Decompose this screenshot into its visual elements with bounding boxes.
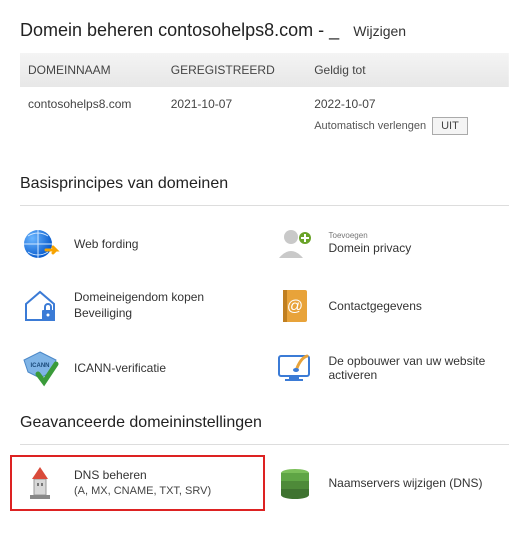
item-label: Domein privacy [329, 241, 412, 257]
item-label-line1: Domeineigendom kopen [74, 290, 204, 306]
col-domain-name: DOMEINNAAM [20, 53, 163, 87]
svg-text:ICANN: ICANN [31, 363, 50, 369]
item-label-line2: Beveiliging [74, 306, 204, 322]
icann-check-icon: ICANN [20, 348, 60, 388]
item-label: Naamservers wijzigen (DNS) [329, 476, 483, 490]
person-add-icon [275, 224, 315, 264]
server-stack-icon [275, 463, 315, 503]
basics-heading: Basisprincipes van domeinen [20, 175, 509, 193]
item-label: De opbouwer van uw website activeren [329, 354, 510, 382]
cell-valid-until: 2022-10-07 [314, 97, 501, 111]
divider [20, 205, 509, 206]
advanced-heading: Geavanceerde domeininstellingen [20, 414, 509, 432]
svg-text:@: @ [286, 298, 302, 315]
auto-renew-toggle[interactable]: UIT [432, 117, 468, 135]
advanced-grid: DNS beheren (A, MX, CNAME, TXT, SRV) Naa… [20, 463, 509, 503]
auto-renew-label: Automatisch verlengen [314, 120, 426, 132]
dns-label: DNS beheren [74, 468, 211, 484]
item-label: Contactgegevens [329, 299, 422, 313]
item-label: Web fording [74, 237, 138, 251]
item-domain-privacy[interactable]: Toevoegen Domein privacy [275, 224, 510, 264]
item-ownership-security[interactable]: Domeineigendom kopen Beveiliging [20, 286, 255, 326]
change-link[interactable]: Wijzigen [353, 23, 406, 39]
col-registered: GEREGISTREERD [163, 53, 306, 87]
item-icann-verification[interactable]: ICANN ICANN-verificatie [20, 348, 255, 388]
item-website-builder[interactable]: De opbouwer van uw website activeren [275, 348, 510, 388]
table-row: contosohelps8.com 2021-10-07 2022-10-07 … [20, 87, 509, 145]
col-valid-until: Geldig tot [306, 53, 509, 87]
cell-registered: 2021-10-07 [163, 87, 306, 145]
cell-domain-name: contosohelps8.com [20, 87, 163, 145]
item-label: ICANN-verificatie [74, 361, 166, 375]
page-title: Domein beheren contosohelps8.com - _ [20, 20, 339, 41]
basics-grid: Web fording Toevoegen Domein privacy [20, 224, 509, 388]
domain-table: DOMEINNAAM GEREGISTREERD Geldig tot cont… [20, 53, 509, 145]
item-web-forwarding[interactable]: Web fording [20, 224, 255, 264]
item-dns-manage[interactable]: DNS beheren (A, MX, CNAME, TXT, SRV) [10, 455, 265, 511]
house-lock-icon [20, 286, 60, 326]
item-contact-details[interactable]: @ Contactgegevens [275, 286, 510, 326]
globe-arrow-icon [20, 224, 60, 264]
divider [20, 444, 509, 445]
address-book-icon: @ [275, 286, 315, 326]
item-nameservers[interactable]: Naamservers wijzigen (DNS) [275, 463, 510, 503]
dns-sub: (A, MX, CNAME, TXT, SRV) [74, 484, 211, 498]
monitor-brush-icon [275, 348, 315, 388]
dns-tower-icon [20, 463, 60, 503]
privacy-add-label: Toevoegen [329, 231, 412, 241]
